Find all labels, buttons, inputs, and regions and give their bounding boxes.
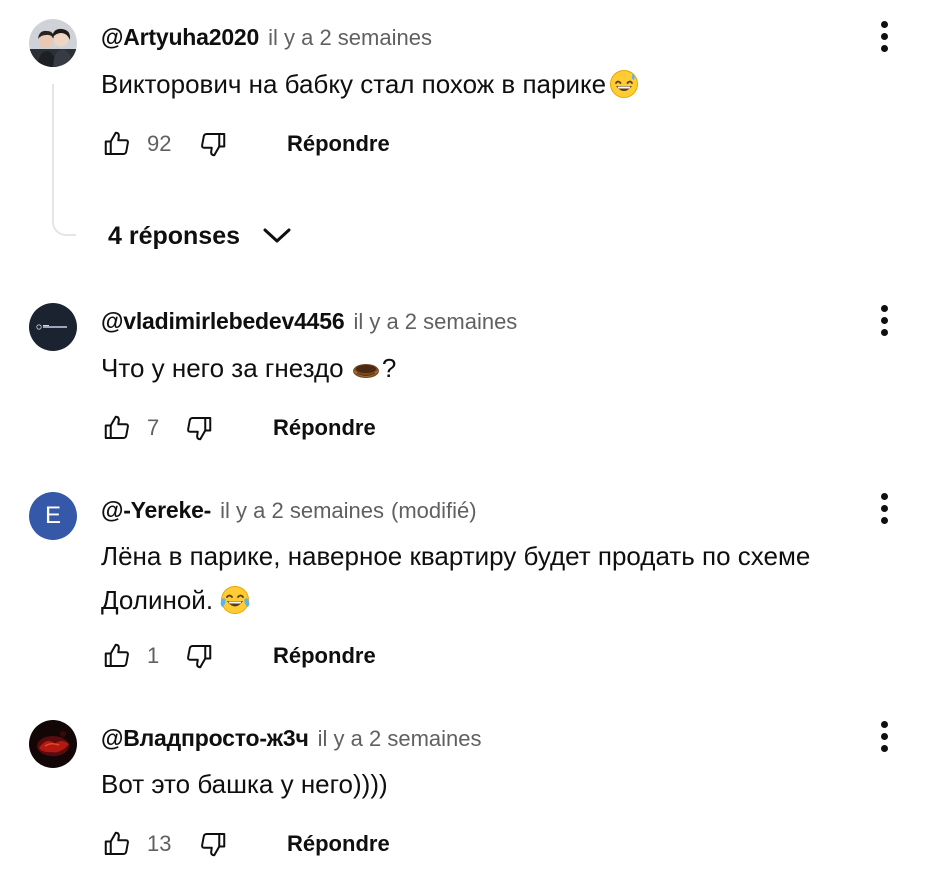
comment-actions: 92 Répondre (101, 124, 390, 164)
author-name[interactable]: @Владпросто-ж3ч (101, 725, 309, 752)
reply-button[interactable]: Répondre (287, 831, 390, 857)
more-options-icon[interactable] (870, 300, 898, 340)
comment-header: @-Yereke- il y a 2 semaines (modifié) (101, 497, 477, 527)
comment-text: Вот это башка у него)))) (101, 762, 891, 806)
more-options-icon[interactable] (870, 16, 898, 56)
like-button[interactable] (101, 128, 133, 160)
comment-thread: @Artyuha2020 il y a 2 semaines Викторови… (0, 0, 928, 280)
avatar[interactable] (29, 19, 77, 67)
dislike-button[interactable] (197, 828, 229, 860)
chevron-down-icon[interactable] (262, 226, 292, 246)
comment-text-content: Лёна в парике, наверное квартиру будет п… (101, 541, 811, 615)
more-options-icon[interactable] (870, 716, 898, 756)
comment-text-content: Что у него за гнездо (101, 353, 351, 383)
comment-actions: 13 Répondre (101, 824, 390, 864)
author-name[interactable]: @-Yereke- (101, 497, 211, 524)
reply-button[interactable]: Répondre (273, 643, 376, 669)
thumbs-up-icon (104, 131, 129, 155)
comment-header: @vladimirlebedev4456 il y a 2 semaines (101, 308, 517, 338)
thread-connector (52, 84, 76, 236)
comment-timestamp[interactable]: il y a 2 semaines (318, 726, 482, 752)
avatar[interactable]: E (29, 492, 77, 540)
tears-of-joy-emoji (219, 584, 251, 628)
like-count: 7 (147, 415, 160, 440)
replies-count-label[interactable]: 4 réponses (108, 222, 240, 251)
comment-actions: 1 Répondre (101, 636, 376, 676)
comment-thread: E @-Yereke- il y a 2 semaines (modifié) … (0, 470, 928, 700)
comment-thread: @vladimirlebedev4456 il y a 2 semaines Ч… (0, 280, 928, 470)
avatar-letter: E (44, 502, 61, 529)
comment-header: @Владпросто-ж3ч il y a 2 semaines (101, 725, 482, 755)
more-options-icon[interactable] (870, 488, 898, 528)
comment-text-content: Вот это башка у него)))) (101, 769, 388, 799)
like-count: 13 (147, 831, 172, 856)
reply-button[interactable]: Répondre (273, 415, 376, 441)
dislike-button[interactable] (197, 128, 229, 160)
comment-text: Викторович на бабку стал похож в парике (101, 62, 891, 112)
thumbs-up-icon (104, 831, 129, 855)
thumbs-down-icon (187, 645, 212, 669)
comment-text-suffix: ? (381, 353, 397, 383)
nest-emoji (351, 352, 381, 396)
comment-timestamp[interactable]: il y a 2 semaines (220, 498, 384, 524)
thumbs-up-icon (104, 643, 129, 667)
thumbs-down-icon (201, 133, 226, 157)
thumbs-down-icon (187, 417, 212, 441)
comment-text-content: Викторович на бабку стал похож в парике (101, 69, 607, 99)
comment-header: @Artyuha2020 il y a 2 semaines (101, 24, 432, 54)
comment-thread: @Владпросто-ж3ч il y a 2 semaines Вот эт… (0, 700, 928, 882)
comment-actions: 7 Répondre (101, 408, 376, 448)
like-button[interactable] (101, 412, 133, 444)
dislike-button[interactable] (183, 412, 215, 444)
thumbs-down-icon (201, 833, 226, 857)
view-replies-button[interactable]: 4 réponses (108, 216, 292, 256)
comment-timestamp[interactable]: il y a 2 semaines (353, 309, 517, 335)
like-button[interactable] (101, 828, 133, 860)
reply-button[interactable]: Répondre (287, 131, 390, 157)
edited-label: (modifié) (391, 498, 477, 523)
avatar[interactable] (29, 720, 77, 768)
grinning-sweat-emoji (609, 68, 639, 112)
thumbs-up-icon (104, 415, 129, 439)
like-count: 1 (147, 643, 160, 668)
like-button[interactable] (101, 640, 133, 672)
comment-timestamp[interactable]: il y a 2 semaines (268, 25, 432, 51)
dislike-button[interactable] (183, 640, 215, 672)
like-count: 92 (147, 131, 172, 156)
avatar[interactable] (29, 303, 77, 351)
comment-text: Что у него за гнездо ? (101, 346, 891, 396)
author-name[interactable]: @vladimirlebedev4456 (101, 308, 345, 335)
comment-text: Лёна в парике, наверное квартиру будет п… (101, 534, 901, 628)
author-name[interactable]: @Artyuha2020 (101, 24, 259, 51)
